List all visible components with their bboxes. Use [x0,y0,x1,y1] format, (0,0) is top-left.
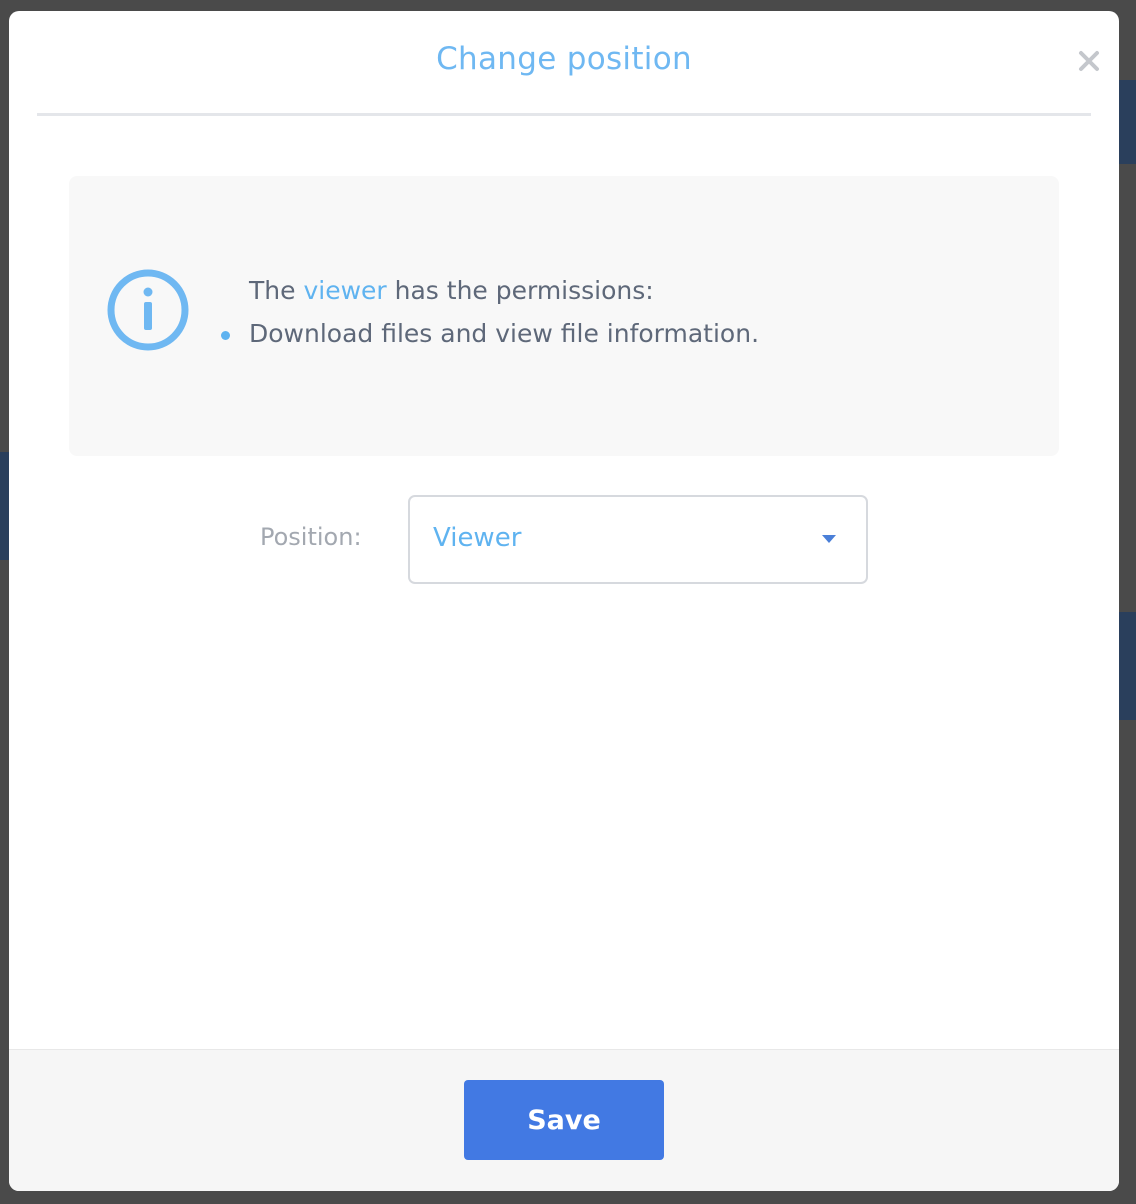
info-icon [106,268,190,352]
change-position-modal: Change position The viewer has the permi… [9,11,1119,1191]
position-label: Position: [260,523,362,551]
modal-title: Change position [436,41,692,77]
modal-header: Change position [37,11,1099,116]
permissions-heading-suffix: has the permissions: [386,276,654,305]
close-icon[interactable] [1077,49,1101,73]
modal-footer: Save [9,1049,1119,1191]
save-button[interactable]: Save [464,1080,664,1160]
permissions-heading: The viewer has the permissions: [249,276,654,305]
permissions-info-panel: The viewer has the permissions: Download… [69,176,1059,456]
caret-down-icon [822,535,836,543]
role-name: viewer [303,276,387,305]
position-select[interactable]: Viewer [408,495,868,584]
position-select-value: Viewer [433,523,522,553]
bullet-icon [221,331,230,340]
permission-item: Download files and view file information… [249,319,760,348]
permissions-heading-prefix: The [249,276,304,305]
